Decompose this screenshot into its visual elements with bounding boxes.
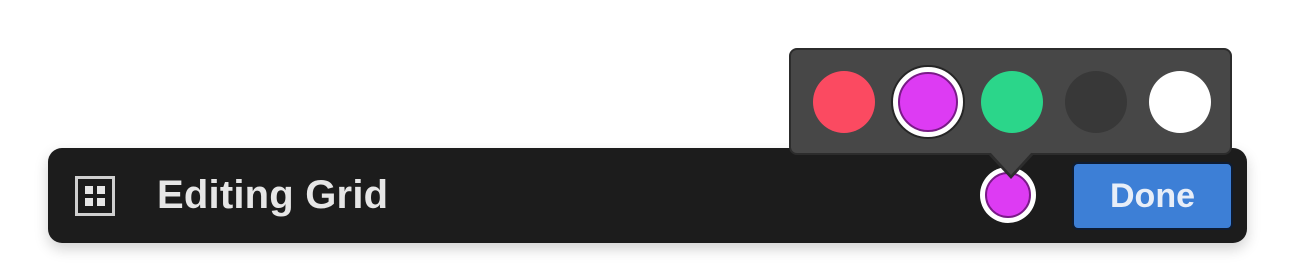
color-swatch-green[interactable]	[981, 71, 1043, 133]
color-swatch-white[interactable]	[1149, 71, 1211, 133]
color-swatch-red[interactable]	[813, 71, 875, 133]
toolbar-title: Editing Grid	[157, 173, 389, 217]
color-swatch-magenta[interactable]	[891, 65, 965, 139]
editing-grid-screen: Editing Grid Done	[0, 0, 1307, 280]
popover-arrow	[990, 152, 1032, 175]
color-swatch-magenta-fill	[898, 72, 958, 132]
grid-icon	[75, 176, 115, 216]
done-button[interactable]: Done	[1072, 162, 1233, 230]
color-swatch-dark-gray[interactable]	[1065, 71, 1127, 133]
color-picker-popover	[789, 48, 1232, 155]
editing-toolbar: Editing Grid Done	[48, 148, 1247, 243]
